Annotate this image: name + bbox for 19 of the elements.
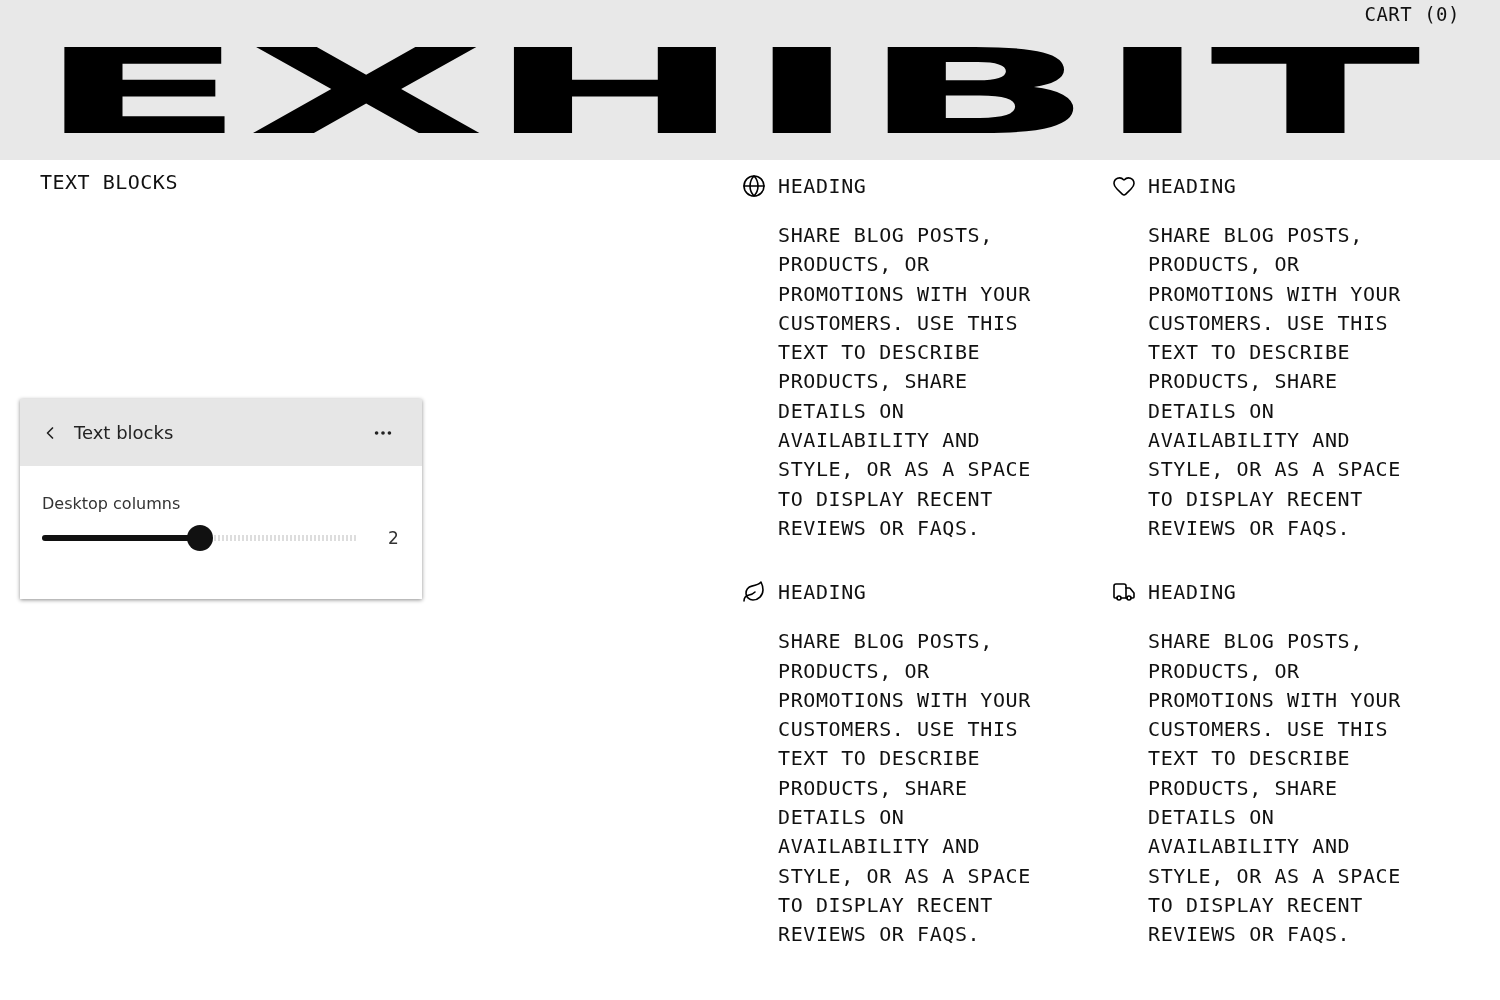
panel-title: Text blocks	[74, 422, 175, 443]
block-heading: HEADING	[1148, 580, 1237, 605]
block-text: SHARE BLOG POSTS, PRODUCTS, OR PROMOTIONS WITH YOUR CUSTOMERS. USE THIS TEXT TO DESCRIBE PRODUCTS, SHARE DETAILS ON AVAILABILITY AND STYLE, OR AS A SPACE TO DISPLAY RECENT REVIEWS OR FAQS.	[1148, 628, 1402, 949]
block-text: SHARE BLOG POSTS, PRODUCTS, OR PROMOTIONS WITH YOUR CUSTOMERS. USE THIS TEXT TO DESCRIBE PRODUCTS, SHARE DETAILS ON AVAILABILITY AND STYLE, OR AS A SPACE TO DISPLAY RECENT REVIEWS OR FAQS.	[1148, 222, 1402, 542]
block-heading: HEADING	[1148, 174, 1237, 198]
heart-icon	[1112, 174, 1136, 198]
cart-link[interactable]: CART (0)	[1364, 3, 1460, 25]
section-title: TEXT BLOCKS	[40, 170, 179, 194]
slider-thumb[interactable]	[187, 525, 213, 551]
slider-track[interactable]	[42, 535, 358, 541]
leaf-icon	[742, 580, 766, 605]
block-heading: HEADING	[778, 580, 867, 605]
slider-value: 2	[388, 528, 399, 548]
setting-label: Desktop columns	[42, 494, 182, 513]
block-text: SHARE BLOG POSTS, PRODUCTS, OR PROMOTIONS WITH YOUR CUSTOMERS. USE THIS TEXT TO DESCRIBE PRODUCTS, SHARE DETAILS ON AVAILABILITY AND STYLE, OR AS A SPACE TO DISPLAY RECENT REVIEWS OR FAQS.	[778, 628, 1032, 949]
globe-icon	[742, 174, 766, 198]
logo: EXHIBIT	[36, 33, 1421, 151]
block-heading: HEADING	[778, 174, 867, 198]
block-text: SHARE BLOG POSTS, PRODUCTS, OR PROMOTIONS WITH YOUR CUSTOMERS. USE THIS TEXT TO DESCRIBE PRODUCTS, SHARE DETAILS ON AVAILABILITY AND STYLE, OR AS A SPACE TO DISPLAY RECENT REVIEWS OR FAQS.	[778, 222, 1032, 542]
